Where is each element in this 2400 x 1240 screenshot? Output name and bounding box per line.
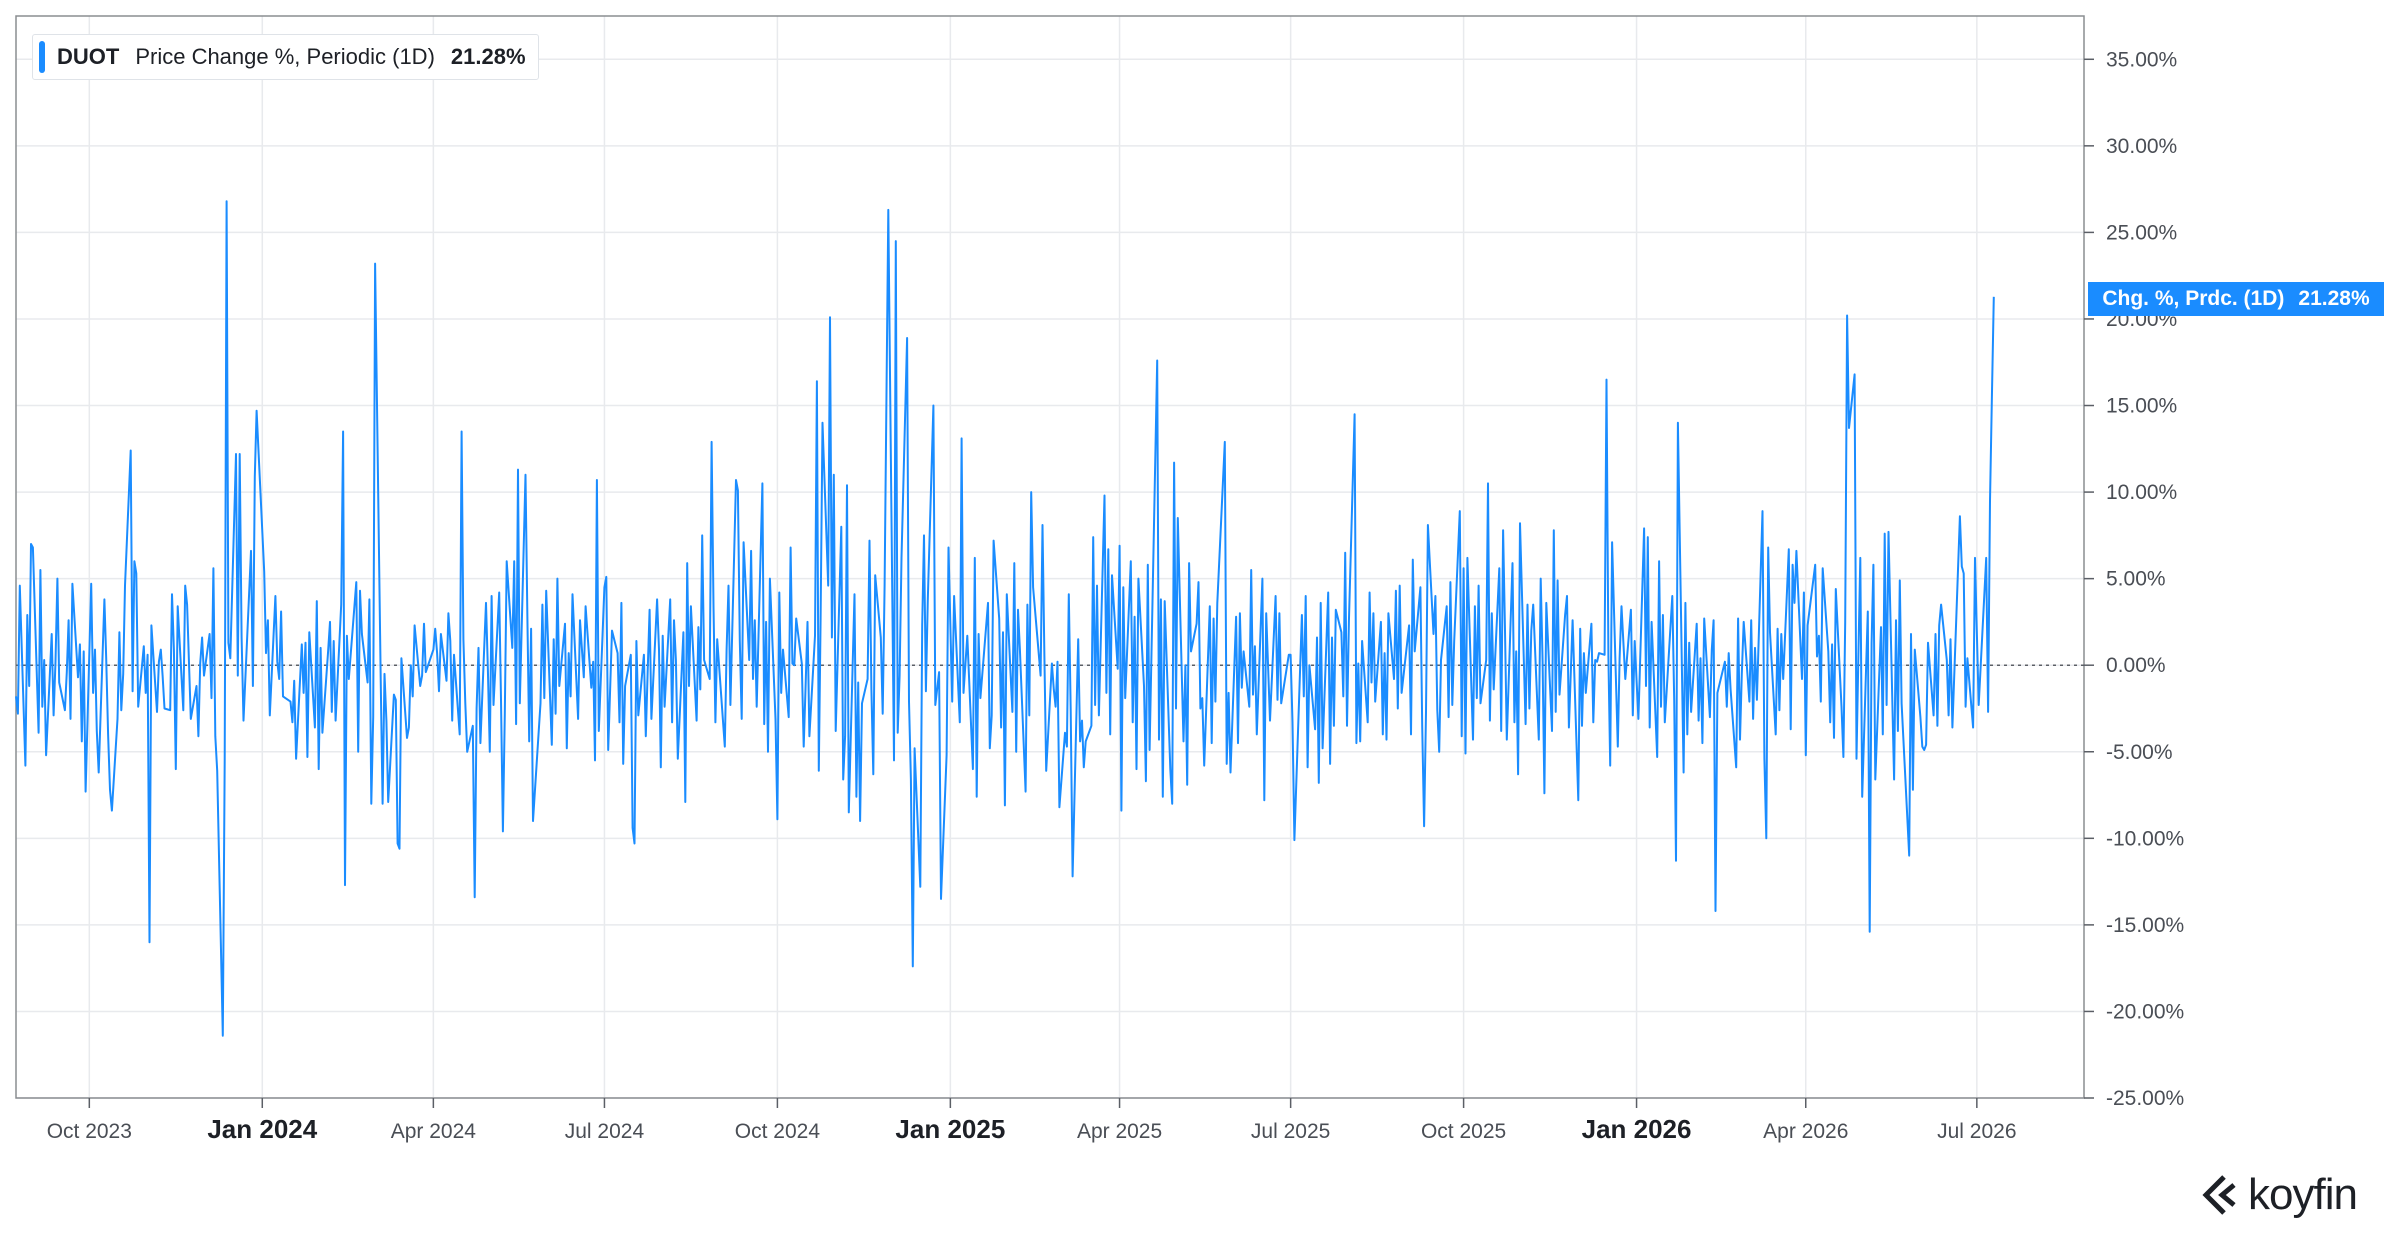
koyfin-logo-text: koyfin [2248, 1170, 2358, 1219]
y-tick-label: -5.00% [2106, 741, 2173, 764]
koyfin-logo[interactable]: koyfin [2200, 1170, 2358, 1220]
y-tick-label: 10.00% [2106, 481, 2177, 504]
x-tick-label: Apr 2026 [1763, 1120, 1848, 1143]
y-tick-label: 15.00% [2106, 395, 2177, 418]
x-tick-label: Apr 2024 [391, 1120, 477, 1143]
legend-series-name: Price Change %, Periodic (1D) [135, 44, 435, 69]
x-tick-label: Jan 2024 [207, 1114, 317, 1144]
series-line [15, 200, 1995, 1037]
legend-color-swatch [39, 41, 45, 73]
legend-ticker: DUOT [57, 44, 120, 69]
x-axis: Oct 2023 Jan 2024 Apr 2024 Jul 2024 Oct 2024… [47, 1098, 2017, 1144]
x-tick-label: Oct 2025 [1421, 1120, 1506, 1143]
plot-frame [15, 15, 2085, 1099]
x-tick-label: Jul 2026 [1937, 1120, 2016, 1143]
y-tick-label: -25.00% [2106, 1087, 2184, 1110]
y-tick-label: 0.00% [2106, 654, 2166, 677]
x-tick-label: Jan 2025 [895, 1114, 1005, 1144]
y-tick-label: -10.00% [2106, 827, 2184, 850]
series-group [15, 200, 1995, 1037]
x-tick-label: Jul 2025 [1251, 1120, 1330, 1143]
price-change-chart[interactable]: 35.00%30.00%25.00%20.00%15.00%10.00%5.00… [0, 0, 2400, 1240]
y-tick-label: -15.00% [2106, 914, 2184, 937]
last-value-number: 21.28% [2298, 287, 2370, 310]
y-tick-label: 30.00% [2106, 135, 2177, 158]
series-legend[interactable]: DUOT Price Change %, Periodic (1D) 21.28… [32, 34, 539, 80]
x-tick-label: Oct 2024 [735, 1120, 821, 1143]
last-value-label: Chg. %, Prdc. (1D) [2102, 287, 2285, 310]
x-tick-label: Jul 2024 [565, 1120, 645, 1143]
x-tick-label: Jan 2026 [1582, 1114, 1692, 1144]
last-value-tag: Chg. %, Prdc. (1D) 21.28% [2088, 282, 2384, 316]
y-tick-label: 25.00% [2106, 221, 2177, 244]
x-tick-label: Oct 2023 [47, 1120, 132, 1143]
y-axis: 35.00%30.00%25.00%20.00%15.00%10.00%5.00… [2084, 48, 2184, 1110]
legend-value: 21.28% [450, 44, 526, 69]
y-tick-label: 35.00% [2106, 48, 2177, 71]
x-tick-label: Apr 2025 [1077, 1120, 1162, 1143]
y-tick-label: 5.00% [2106, 568, 2166, 591]
y-tick-label: -20.00% [2106, 1000, 2184, 1023]
gridlines [16, 16, 2084, 1099]
koyfin-logo-icon [2202, 1175, 2236, 1215]
